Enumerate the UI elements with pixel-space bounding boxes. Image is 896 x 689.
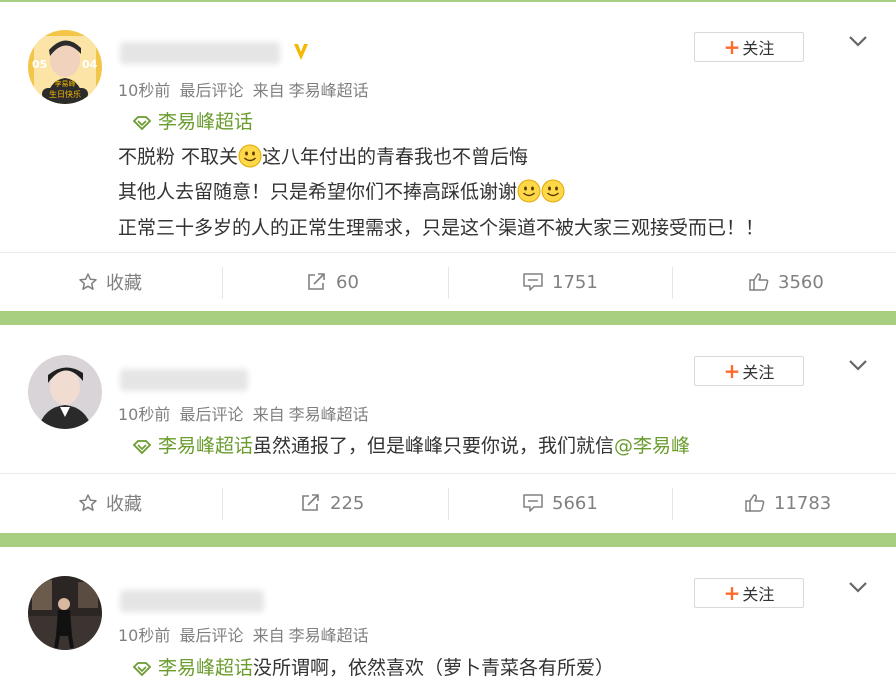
divider — [448, 488, 449, 520]
divider — [448, 267, 449, 299]
favorite-button[interactable]: 收藏 — [78, 474, 142, 532]
follow-button[interactable]: + 关注 — [694, 356, 804, 386]
avatar[interactable]: 05 04 李易峰 生日快乐 — [28, 30, 102, 104]
post-from: 来自 — [252, 81, 285, 100]
topic-diamond-icon — [132, 115, 152, 130]
post-text: 没所谓啊，依然喜欢（萝卜青菜各有所爱） — [253, 657, 615, 679]
topic-link[interactable]: 李易峰超话 — [158, 435, 253, 457]
post-text-line-1: 不脱粉 不取关 这八年付出的青春我也不曾后悔 — [118, 140, 528, 174]
comment-count: 5661 — [552, 492, 598, 514]
follow-label: 关注 — [742, 363, 775, 382]
comment-button[interactable]: 5661 — [522, 474, 598, 532]
username[interactable] — [120, 369, 248, 391]
star-icon — [79, 273, 97, 290]
post-text-line-1: 李易峰超话虽然通报了，但是峰峰只要你说，我们就信@李易峰 — [118, 429, 690, 463]
post-from: 来自 — [252, 405, 285, 424]
comment-icon — [523, 494, 543, 512]
follow-button[interactable]: + 关注 — [694, 32, 804, 62]
divider — [672, 488, 673, 520]
post-text-line-3: 正常三十多岁的人的正常生理需求，只是这个渠道不被大家三观接受而已！！ — [118, 211, 764, 245]
like-icon — [749, 273, 769, 291]
topic-diamond-icon — [132, 439, 152, 454]
post-text-line-1: 李易峰超话没所谓啊，依然喜欢（萝卜青菜各有所爱） — [118, 651, 614, 685]
post-text: 其他人去留随意！只是希望你们不捧高踩低谢谢 — [118, 181, 518, 203]
username[interactable] — [120, 42, 280, 64]
repost-button[interactable]: 60 — [306, 253, 359, 311]
star-icon — [79, 494, 97, 511]
repost-icon — [302, 494, 319, 511]
smile-emoji-icon — [238, 144, 262, 168]
avatar-badge-bottom: 生日快乐 — [49, 89, 81, 99]
divider — [672, 267, 673, 299]
repost-count: 60 — [336, 271, 359, 293]
post-text: 不脱粉 不取关 — [118, 146, 239, 168]
like-count: 3560 — [778, 271, 824, 293]
avatar-badge-left: 05 — [32, 58, 47, 71]
topic-link[interactable]: 李易峰超话 — [158, 657, 253, 679]
verified-badge-icon — [294, 44, 308, 60]
favorite-button[interactable]: 收藏 — [78, 253, 142, 311]
post-text: 虽然通报了，但是峰峰只要你说，我们就信 — [253, 435, 615, 457]
topic-link[interactable]: 李易峰超话 — [158, 111, 253, 133]
plus-icon: + — [723, 581, 741, 605]
avatar-badge-top: 李易峰 — [55, 79, 76, 88]
post-meta: 10秒前 最后评论 来自 李易峰超话 — [118, 622, 373, 646]
comment-icon — [523, 273, 543, 291]
plus-icon: + — [723, 35, 741, 59]
post-separator — [0, 311, 896, 325]
post-time: 10秒前 — [118, 81, 171, 100]
post-from: 来自 — [252, 626, 285, 645]
repost-count: 225 — [330, 492, 365, 514]
post-source[interactable]: 李易峰超话 — [289, 81, 369, 100]
post-topic-line: 李易峰超话 — [118, 105, 253, 139]
mention-link[interactable]: @李易峰 — [614, 435, 690, 457]
repost-icon — [308, 273, 325, 290]
divider — [222, 488, 223, 520]
favorite-label: 收藏 — [106, 273, 142, 294]
post-meta: 10秒前 最后评论 来自 李易峰超话 — [118, 77, 373, 101]
post-meta: 10秒前 最后评论 来自 李易峰超话 — [118, 401, 373, 425]
post-time: 10秒前 — [118, 626, 171, 645]
post-time: 10秒前 — [118, 405, 171, 424]
avatar[interactable] — [28, 576, 102, 650]
chevron-down-icon[interactable] — [848, 358, 868, 372]
like-count: 11783 — [774, 492, 832, 514]
post-source[interactable]: 李易峰超话 — [289, 405, 369, 424]
chevron-down-icon[interactable] — [848, 34, 868, 48]
action-bar: 收藏 60 1751 3560 — [0, 252, 896, 311]
topic-diamond-icon — [132, 661, 152, 676]
smile-emoji-icon — [517, 179, 541, 203]
post-text: 这八年付出的青春我也不曾后悔 — [262, 146, 529, 168]
post-sort: 最后评论 — [179, 81, 244, 100]
post-text: 正常三十多岁的人的正常生理需求，只是这个渠道不被大家三观接受而已！！ — [118, 217, 765, 239]
like-button[interactable]: 3560 — [748, 253, 824, 311]
divider — [222, 267, 223, 299]
post-source[interactable]: 李易峰超话 — [289, 626, 369, 645]
post-card-3: 10秒前 最后评论 来自 李易峰超话 + 关注 李易峰超话没所谓啊，依然喜欢（萝卜… — [0, 547, 896, 689]
post-separator — [0, 533, 896, 547]
like-icon — [745, 494, 765, 512]
smile-emoji-icon — [541, 179, 565, 203]
action-bar: 收藏 225 5661 11783 — [0, 473, 896, 532]
like-button[interactable]: 11783 — [744, 474, 831, 532]
post-sort: 最后评论 — [179, 626, 244, 645]
post-card-2: 10秒前 最后评论 来自 李易峰超话 + 关注 李易峰超话虽然通报了，但是峰峰只要… — [0, 325, 896, 533]
avatar-badge-right: 04 — [82, 58, 98, 71]
comment-count: 1751 — [552, 271, 598, 293]
comment-button[interactable]: 1751 — [522, 253, 598, 311]
username[interactable] — [120, 590, 264, 612]
post-sort: 最后评论 — [179, 405, 244, 424]
follow-label: 关注 — [742, 585, 775, 604]
post-card-1: 05 04 李易峰 生日快乐 10秒前 最后评论 来自 李易峰超话 + 关注 李易… — [0, 2, 896, 311]
chevron-down-icon[interactable] — [848, 580, 868, 594]
avatar[interactable] — [28, 355, 102, 429]
plus-icon: + — [723, 359, 741, 383]
post-text-line-2: 其他人去留随意！只是希望你们不捧高踩低谢谢 — [118, 175, 565, 209]
follow-label: 关注 — [742, 39, 775, 58]
repost-button[interactable]: 225 — [300, 474, 364, 532]
favorite-label: 收藏 — [106, 494, 142, 515]
follow-button[interactable]: + 关注 — [694, 578, 804, 608]
